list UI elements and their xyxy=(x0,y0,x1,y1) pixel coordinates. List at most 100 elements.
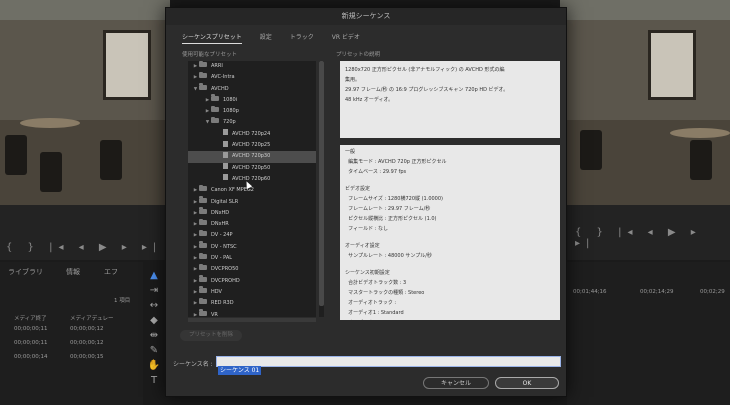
folder-icon xyxy=(199,297,207,305)
tree-item[interactable]: AVCHD 720p30 xyxy=(188,151,316,163)
video-table xyxy=(20,118,80,128)
tree-item-label: AVCHD 720p25 xyxy=(232,142,271,149)
tree-item[interactable]: ▶ Canon XF MPEG2 xyxy=(188,184,316,196)
tree-item-label: AVC-Intra xyxy=(211,74,235,81)
video-chair xyxy=(40,152,62,192)
preset-tree-scrollbar[interactable] xyxy=(319,61,324,317)
tree-item[interactable]: AVCHD 720p60 xyxy=(188,174,316,185)
tree-item[interactable]: ▶ ARRI xyxy=(188,61,316,72)
tree-item[interactable]: ▶ DVCPRO50 xyxy=(188,263,316,275)
program-transport-controls[interactable]: { } |◂ ◂ ▶ ▸ ▸| xyxy=(575,227,730,249)
ripple-edit-tool-icon[interactable]: ↔ xyxy=(143,300,165,315)
tree-item-label: ARRI xyxy=(211,63,223,69)
tab-tracks[interactable]: トラック xyxy=(290,32,314,44)
tree-item[interactable]: ▶ DV - 24P xyxy=(188,229,316,241)
description-line: 29.97 フレーム/秒 の 16:9 プログレッシブスキャン 720p HD … xyxy=(345,87,509,93)
scrollbar-thumb[interactable] xyxy=(319,61,324,306)
description-line: オーディオトラック : xyxy=(345,300,397,306)
tree-item-label: DV - 24P xyxy=(211,232,233,239)
video-chair xyxy=(100,140,122,180)
hand-tool-icon[interactable]: ✋ xyxy=(143,360,165,375)
folder-icon xyxy=(211,94,219,101)
chevron-right-icon[interactable]: ▶ xyxy=(192,230,199,241)
chevron-right-icon[interactable]: ▶ xyxy=(192,253,199,264)
tree-item[interactable]: ▶ DV - NTSC xyxy=(188,241,316,253)
tree-item[interactable]: ▶ RED R3D xyxy=(188,297,316,309)
tree-item[interactable]: ▼ AVCHD xyxy=(188,83,316,95)
tab-settings[interactable]: 設定 xyxy=(260,32,272,44)
description-line: マスタートラックの種類 : Stereo xyxy=(345,290,425,296)
tree-item[interactable]: ▶ DNxHD xyxy=(188,207,316,219)
column-media-end[interactable]: メディア終了 xyxy=(14,314,47,322)
chevron-right-icon[interactable]: ▶ xyxy=(192,287,199,298)
tree-item[interactable]: ▶ HDV xyxy=(188,286,316,298)
razor-tool-icon[interactable]: ◆ xyxy=(143,315,165,330)
folder-icon xyxy=(199,196,207,203)
sequence-name-input[interactable]: シーケンス 01 xyxy=(216,356,561,375)
tab-sequence-presets[interactable]: シーケンスプリセット xyxy=(182,32,242,44)
chevron-down-icon[interactable]: ▼ xyxy=(204,117,211,128)
description-line: フィールド : なし xyxy=(345,226,388,232)
preset-file-icon xyxy=(223,163,228,170)
tab-info[interactable]: 情報 xyxy=(66,267,80,277)
type-tool-icon[interactable]: T xyxy=(143,375,165,390)
folder-icon xyxy=(199,275,207,282)
video-chair xyxy=(5,135,27,175)
tree-item[interactable]: AVCHD 720p24 xyxy=(188,129,316,140)
source-transport-controls[interactable]: { } |◂ ◂ ▶ ▸ ▸| xyxy=(6,242,162,253)
video-sign-board xyxy=(648,30,696,100)
chevron-right-icon[interactable]: ▶ xyxy=(192,298,199,309)
chevron-right-icon[interactable]: ▶ xyxy=(192,219,199,230)
delete-preset-button[interactable]: プリセットを削除 xyxy=(180,330,242,341)
tree-item[interactable]: ▶ VR xyxy=(188,309,316,317)
chevron-right-icon[interactable]: ▶ xyxy=(192,242,199,253)
tree-item[interactable]: ▶ DNxHR xyxy=(188,218,316,230)
ok-button[interactable]: OK xyxy=(495,377,559,389)
tab-vr-video[interactable]: VR ビデオ xyxy=(332,32,360,44)
chevron-right-icon[interactable]: ▶ xyxy=(204,95,211,106)
chevron-right-icon[interactable]: ▶ xyxy=(192,197,199,208)
folder-icon xyxy=(199,241,207,248)
item-count: 1 項目 xyxy=(114,298,131,304)
slip-tool-icon[interactable]: ⇹ xyxy=(143,330,165,345)
tree-item[interactable]: ▶ DV - PAL xyxy=(188,252,316,264)
chevron-right-icon[interactable]: ▶ xyxy=(204,106,211,117)
tree-item[interactable]: ▶ Digital SLR xyxy=(188,196,316,208)
description-line: オーディオ1 : Standard xyxy=(345,310,404,316)
chevron-right-icon[interactable]: ▶ xyxy=(192,264,199,275)
tree-item[interactable]: ▶ 1080p xyxy=(188,105,316,117)
tree-item-label: VR xyxy=(211,311,218,317)
table-cell: 00;00;00;14 xyxy=(14,354,48,360)
tree-item[interactable]: ▶ AVC-Intra xyxy=(188,71,316,83)
tree-item-label: AVCHD 720p24 xyxy=(232,130,271,137)
tree-item[interactable]: AVCHD 720p50 xyxy=(188,163,316,174)
tree-item[interactable]: AVCHD 720p25 xyxy=(188,140,316,151)
track-select-tool-icon[interactable]: ⇥ xyxy=(143,285,165,300)
chevron-right-icon[interactable]: ▶ xyxy=(192,61,199,72)
preset-tree[interactable]: ▶ ARRI ▶ AVC-Intra ▼ AVCHD ▶ 1080i ▶ 1080p ▼ 720p AV… xyxy=(188,61,316,317)
description-line: オーディオ2 : Standard xyxy=(345,318,555,320)
cancel-button[interactable]: キャンセル xyxy=(423,377,489,389)
column-media-duration[interactable]: メディアデュレー xyxy=(70,314,114,322)
chevron-down-icon[interactable]: ▼ xyxy=(192,84,199,95)
tab-effects[interactable]: エフ xyxy=(104,267,118,277)
tree-item[interactable]: ▼ 720p xyxy=(188,116,316,128)
tree-item[interactable]: ▶ DVCPROHD xyxy=(188,275,316,287)
chevron-right-icon[interactable]: ▶ xyxy=(192,276,199,287)
description-line: シーケンス初期設定 xyxy=(345,270,390,276)
chevron-right-icon[interactable]: ▶ xyxy=(192,208,199,219)
folder-icon xyxy=(199,252,207,260)
selection-tool-icon[interactable]: ▲ xyxy=(143,270,165,285)
tree-item-label: 1080i xyxy=(223,96,238,103)
tab-libraries[interactable]: ライブラリ xyxy=(8,267,43,277)
tree-item[interactable]: ▶ 1080i xyxy=(188,94,316,106)
tree-item-label: Digital SLR xyxy=(211,198,239,205)
timeline-panel xyxy=(567,262,730,405)
preset-tree-hscrollbar[interactable] xyxy=(188,318,316,322)
description-line: タイムベース : 29.97 fps xyxy=(345,169,407,175)
chevron-right-icon[interactable]: ▶ xyxy=(192,185,199,196)
chevron-right-icon[interactable]: ▶ xyxy=(192,310,199,317)
chevron-right-icon[interactable]: ▶ xyxy=(192,72,199,83)
pen-tool-icon[interactable]: ✎ xyxy=(143,345,165,360)
